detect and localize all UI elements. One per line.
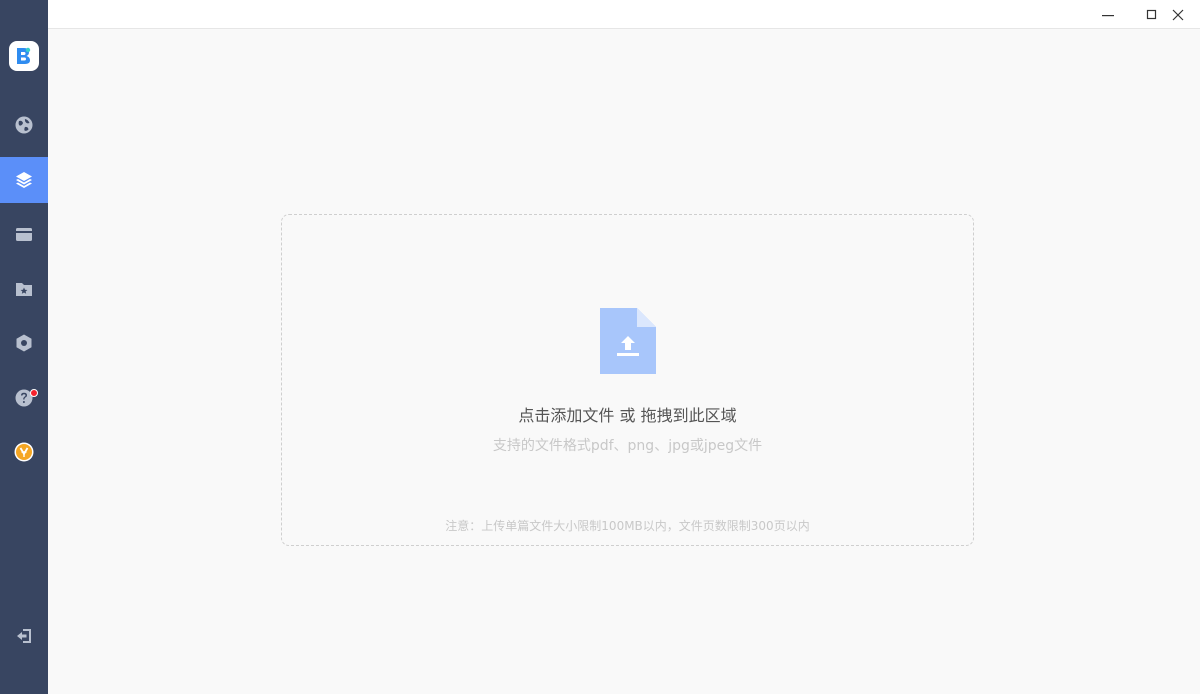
folder-star-icon — [16, 283, 32, 296]
hexagon-settings-icon — [16, 334, 32, 352]
card-icon — [16, 228, 32, 241]
sidebar-item-layers[interactable] — [0, 157, 48, 203]
file-upload-icon — [600, 308, 656, 374]
layers-icon — [16, 172, 32, 188]
logout-icon — [17, 629, 31, 643]
vip-coin-icon — [14, 442, 34, 462]
logout-button[interactable] — [0, 613, 48, 659]
sidebar-item-globe[interactable] — [0, 102, 48, 148]
dropzone-limit-note: 注意：上传单篇文件大小限制100MB以内，文件页数限制300页以内 — [445, 519, 810, 533]
maximize-icon — [1146, 9, 1157, 19]
file-dropzone[interactable]: 点击添加文件 或 拖拽到此区域 支持的文件格式pdf、png、jpg或jpeg文… — [281, 214, 974, 546]
sidebar-item-card[interactable] — [0, 211, 48, 257]
app-logo-icon[interactable] — [9, 41, 39, 71]
sidebar-item-settings[interactable] — [0, 320, 48, 366]
minimize-button[interactable] — [1088, 0, 1128, 29]
close-button[interactable] — [1158, 0, 1198, 29]
dropzone-supported-formats: 支持的文件格式pdf、png、jpg或jpeg文件 — [492, 438, 763, 454]
sidebar-item-folder-star[interactable] — [0, 266, 48, 312]
sidebar-item-vip[interactable] — [0, 429, 48, 475]
main-content: 点击添加文件 或 拖拽到此区域 支持的文件格式pdf、png、jpg或jpeg文… — [48, 29, 1200, 694]
sidebar — [0, 0, 48, 694]
minimize-icon — [1102, 14, 1114, 16]
globe-icon — [15, 116, 33, 134]
notification-badge — [30, 389, 38, 397]
dropzone-main-text: 点击添加文件 或 拖拽到此区域 — [518, 406, 737, 425]
title-bar — [48, 0, 1200, 29]
close-icon — [1172, 9, 1184, 20]
sidebar-item-help[interactable] — [0, 375, 48, 421]
